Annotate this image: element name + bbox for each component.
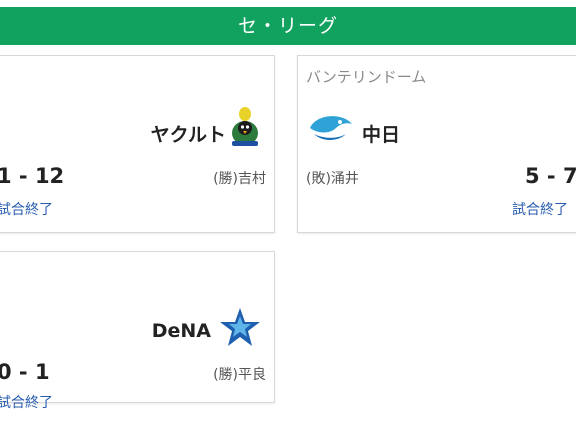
pitcher-result: (勝)吉村 xyxy=(213,171,266,187)
game-status-link[interactable]: 試合終了 xyxy=(0,392,53,412)
dragons-logo-icon xyxy=(310,116,352,140)
team-name: 中日 xyxy=(362,124,401,146)
game-card[interactable]: バンテリンドーム 中日 (敗)涌井 5 - 7 試合終了 xyxy=(297,55,576,233)
pitcher-result: (敗)涌井 xyxy=(306,171,359,187)
game-score: 5 - 7 xyxy=(525,164,576,188)
game-status-link[interactable]: 試合終了 xyxy=(512,199,568,219)
game-score: 0 - 1 xyxy=(0,360,50,384)
pitcher-result: (勝)平良 xyxy=(213,367,266,383)
venue-name: バンテリンドーム xyxy=(306,68,427,86)
team-name: ヤクルト xyxy=(150,124,226,146)
game-card[interactable]: DeNA 0 - 1 (勝)平良 試合終了 xyxy=(0,251,275,411)
swallows-logo-icon xyxy=(232,107,258,146)
league-header: セ・リーグ xyxy=(0,7,576,45)
game-card[interactable]: ヤクルト 1 - 12 (勝)吉村 試合終了 xyxy=(0,55,275,233)
baystars-logo-icon xyxy=(220,308,260,346)
game-score: 1 - 12 xyxy=(0,164,65,188)
scoreboard-page: セ・リーグ ヤクルト 1 - 12 (勝)吉村 試合終了 バンテリンドーム 中日… xyxy=(0,0,576,430)
team-name: DeNA xyxy=(151,320,211,342)
game-status-link[interactable]: 試合終了 xyxy=(0,199,53,219)
